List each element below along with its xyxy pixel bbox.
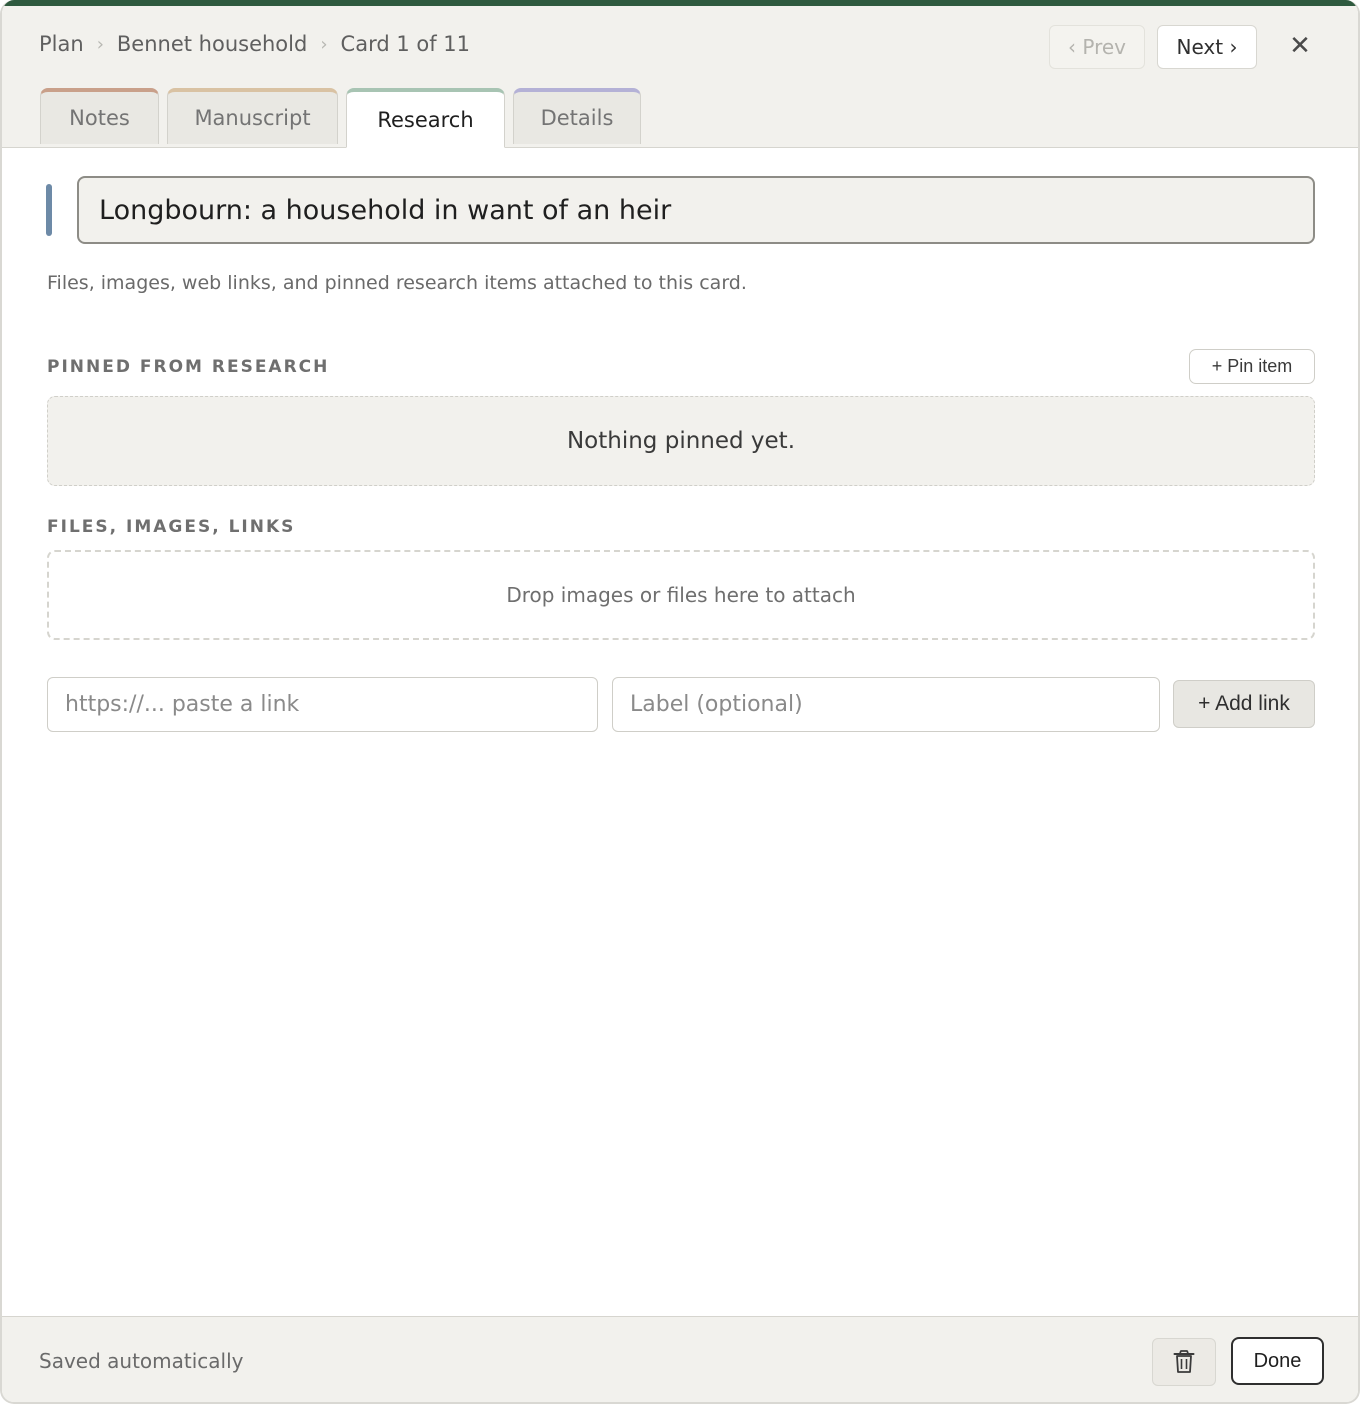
title-color-accent — [46, 184, 52, 236]
link-label-input[interactable] — [612, 677, 1160, 732]
card-title-input[interactable]: Longbourn: a household in want of an hei… — [77, 176, 1315, 244]
files-section-heading: FILES, IMAGES, LINKS — [47, 517, 296, 537]
save-status: Saved automatically — [39, 1349, 244, 1373]
file-drop-zone[interactable]: Drop images or files here to attach — [47, 550, 1315, 640]
delete-card-button[interactable] — [1152, 1338, 1216, 1386]
pinned-section-heading: PINNED FROM RESEARCH — [47, 357, 330, 377]
tab-notes[interactable]: Notes — [40, 88, 159, 144]
pinned-empty-state: Nothing pinned yet. — [47, 396, 1315, 486]
tab-bar: Notes Manuscript Research Details — [40, 88, 641, 148]
close-icon[interactable]: ✕ — [1284, 30, 1316, 62]
tab-manuscript[interactable]: Manuscript — [167, 88, 338, 144]
card-editor-modal: Plan › Bennet household › Card 1 of 11 ‹… — [0, 0, 1360, 1404]
breadcrumb-card-count: Card 1 of 11 — [340, 32, 471, 56]
card-description: Files, images, web links, and pinned res… — [47, 272, 747, 294]
tab-details[interactable]: Details — [513, 88, 641, 144]
next-button[interactable]: Next › — [1157, 25, 1257, 69]
done-button[interactable]: Done — [1231, 1337, 1324, 1385]
breadcrumb-separator: › — [96, 33, 104, 55]
breadcrumb-separator: › — [320, 33, 328, 55]
link-url-input[interactable] — [47, 677, 598, 732]
breadcrumb: Plan › Bennet household › Card 1 of 11 — [39, 32, 470, 56]
breadcrumb-plan[interactable]: Plan — [39, 32, 84, 56]
prev-button[interactable]: ‹ Prev — [1049, 25, 1145, 69]
trash-icon — [1173, 1350, 1195, 1373]
modal-footer: Saved automatically Done — [2, 1316, 1358, 1402]
modal-header: Plan › Bennet household › Card 1 of 11 ‹… — [2, 6, 1358, 148]
breadcrumb-bennet-household[interactable]: Bennet household — [117, 32, 307, 56]
add-link-button[interactable]: + Add link — [1173, 680, 1315, 728]
pin-item-button[interactable]: + Pin item — [1189, 349, 1315, 384]
tab-research[interactable]: Research — [346, 88, 505, 148]
